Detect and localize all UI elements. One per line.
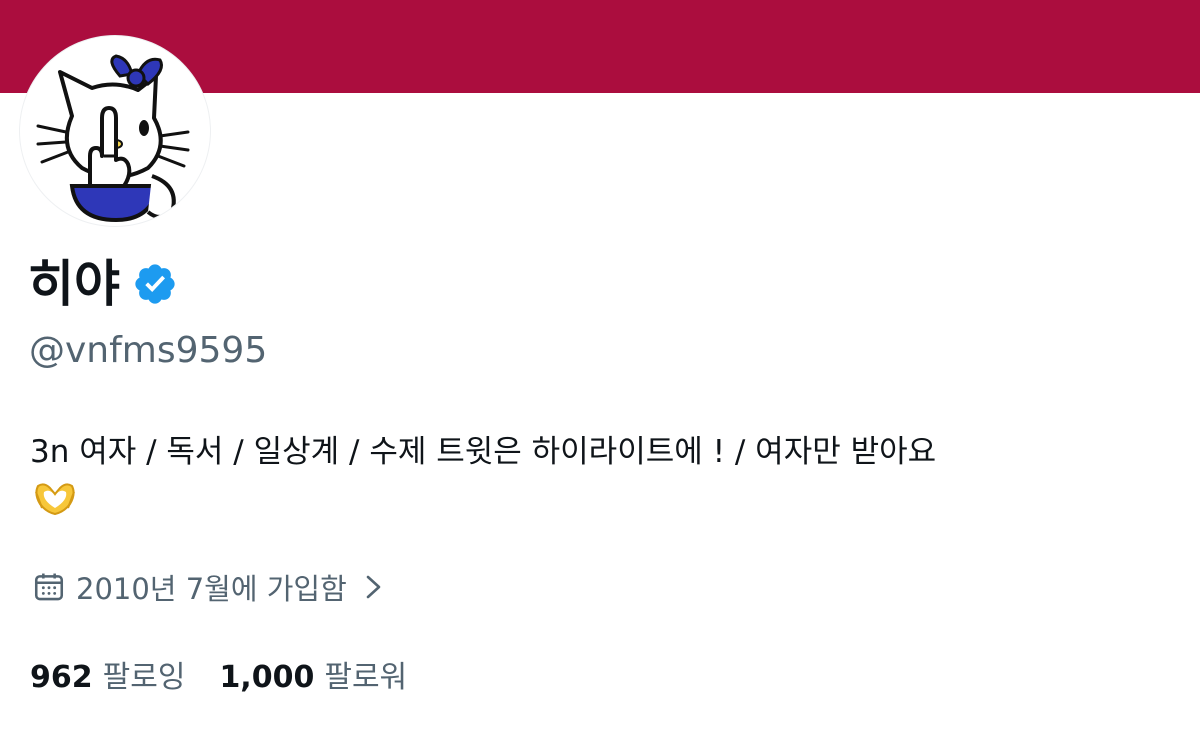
followers-count: 1,000	[219, 660, 315, 695]
profile-handle: @vnfms9595	[29, 330, 268, 371]
bio-emoji-row	[30, 475, 1180, 521]
heart-hands-icon	[35, 483, 75, 516]
display-name: 히야	[28, 255, 120, 313]
hello-kitty-avatar-icon	[36, 54, 190, 223]
followers-label: 팔로워	[324, 660, 408, 695]
following-count: 962	[30, 660, 93, 695]
following-link[interactable]: 962 팔로잉	[30, 652, 185, 696]
verified-badge-icon[interactable]	[132, 261, 178, 307]
profile-avatar[interactable]	[20, 36, 210, 226]
followers-link[interactable]: 1,000 팔로워	[219, 652, 407, 696]
following-label: 팔로잉	[102, 660, 186, 695]
profile-bio: 3n 여자 / 독서 / 일상계 / 수제 트윗은 하이라이트에 ! / 여자만…	[30, 430, 1180, 521]
joined-date[interactable]: 2010년 7월에 가입함	[32, 566, 385, 608]
joined-date-text: 2010년 7월에 가입함	[76, 572, 347, 606]
calendar-icon	[34, 573, 64, 601]
bio-text: 3n 여자 / 독서 / 일상계 / 수제 트윗은 하이라이트에 ! / 여자만…	[30, 434, 937, 470]
display-name-row: 히야	[28, 252, 178, 316]
chevron-right-icon	[366, 575, 381, 599]
follow-stats: 962 팔로잉 1,000 팔로워	[30, 652, 441, 696]
profile-page: 히야 @vnfms9595 3n 여자 / 독서 / 일상계 / 수제 트윗은 …	[0, 0, 1200, 729]
